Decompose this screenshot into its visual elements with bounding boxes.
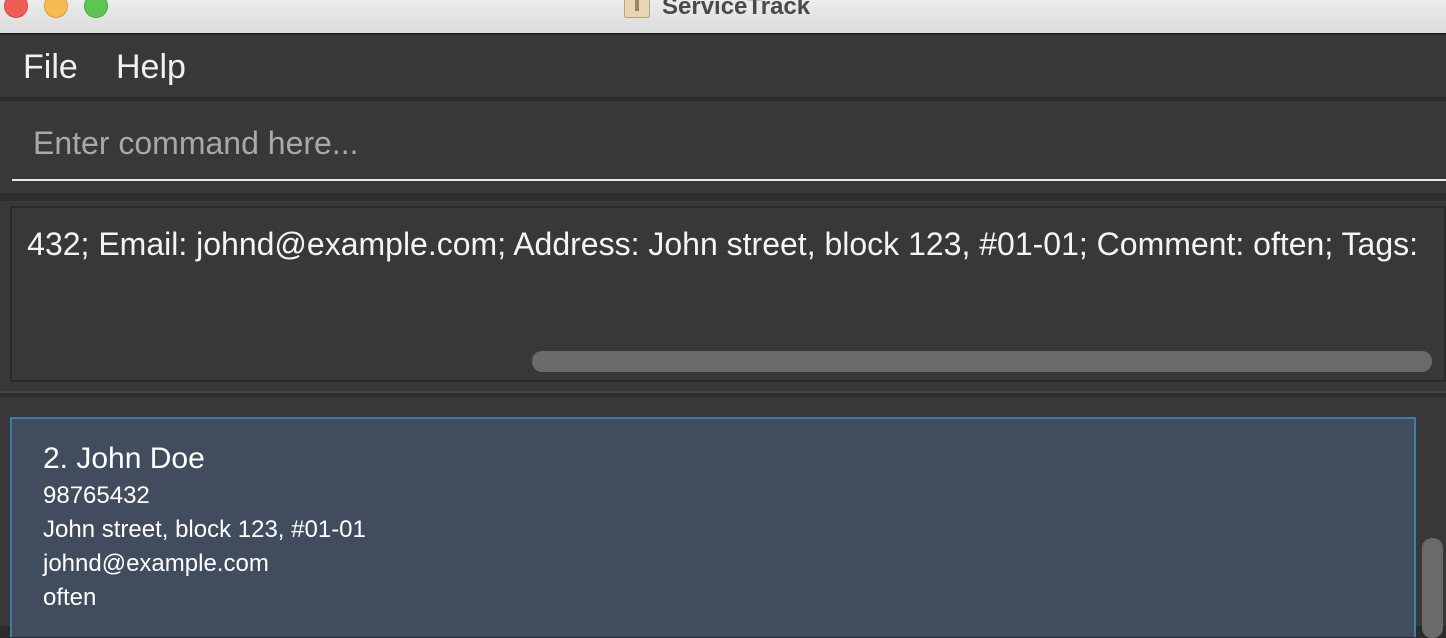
result-display-box: 432; Email: johnd@example.com; Address: … <box>10 206 1446 382</box>
command-input[interactable] <box>12 107 1446 181</box>
person-index-name: 2. John Doe <box>43 442 205 475</box>
close-window-button[interactable] <box>4 0 28 18</box>
person-comment: often <box>43 584 97 611</box>
result-message: 432; Email: johnd@example.com; Address: … <box>27 226 1418 262</box>
result-horizontal-scrollbar[interactable] <box>532 351 1432 372</box>
app-icon <box>624 0 650 18</box>
menu-file[interactable]: File <box>23 47 78 87</box>
person-email: johnd@example.com <box>43 550 269 577</box>
person-phone: 98765432 <box>43 482 150 509</box>
person-card[interactable]: 2. John Doe 98765432 John street, block … <box>10 417 1416 637</box>
result-display-panel: 432; Email: johnd@example.com; Address: … <box>0 201 1446 391</box>
person-list-panel: 2. John Doe 98765432 John street, block … <box>0 397 1446 638</box>
command-box <box>0 101 1446 193</box>
window-titlebar: ServiceTrack <box>0 0 1446 34</box>
divider <box>0 193 1446 201</box>
minimize-window-button[interactable] <box>44 0 68 18</box>
maximize-window-button[interactable] <box>84 0 108 18</box>
window-title: ServiceTrack <box>662 0 811 20</box>
person-address: John street, block 123, #01-01 <box>43 516 366 543</box>
menu-help[interactable]: Help <box>116 47 186 87</box>
menu-bar: File Help <box>0 35 1446 99</box>
person-list-vertical-scrollbar[interactable] <box>1422 538 1443 638</box>
